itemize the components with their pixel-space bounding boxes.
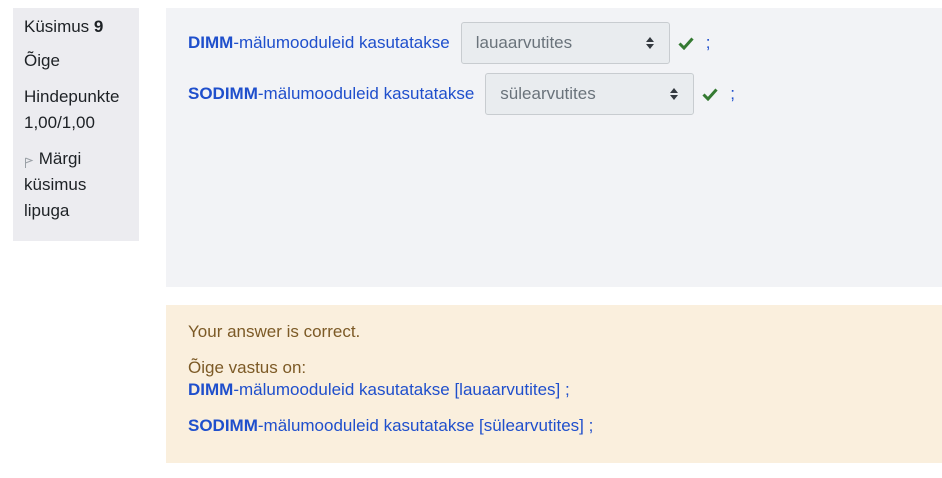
match-suffix: -mälumooduleid kasutatakse [257,84,475,103]
question-formulation: DIMM-mälumooduleid kasutatakse lauaarvut… [166,8,942,287]
flag-question-link[interactable]: Märgi küsimus lipuga [24,146,139,224]
question-number: Küsimus 9 [24,16,139,38]
right-answer-rest: -mälumooduleid kasutatakse [sülearvutite… [257,416,594,435]
match-prompt: DIMM-mälumooduleid kasutatakse [188,33,450,53]
match-suffix: -mälumooduleid kasutatakse [233,33,450,52]
select-caret-icon [669,88,679,100]
flag-label-line1[interactable]: Märgi [39,149,82,168]
question-grade: Hindepunkte 1,00/1,00 [24,84,139,136]
answer-select[interactable]: sülearvutites [485,73,695,115]
match-prompt: SODIMM-mälumooduleid kasutatakse [188,84,474,104]
question-number-value: 9 [93,17,104,36]
question-number-label: Küsimus [24,17,90,36]
answer-select-value: lauaarvutites [475,33,573,52]
flag-label-line3[interactable]: lipuga [24,198,139,224]
match-row: DIMM-mälumooduleid kasutatakse lauaarvut… [188,22,710,64]
feedback-result: Your answer is correct. [188,322,361,341]
right-answer-rest: -mälumooduleid kasutatakse [lauaarvutite… [233,380,570,399]
right-answer-line: SODIMM-mälumooduleid kasutatakse [sülear… [188,415,920,437]
select-caret-icon [645,37,655,49]
match-separator: ; [705,33,711,52]
check-icon [678,37,694,50]
check-icon [702,88,718,101]
grade-label: Hindepunkte [24,87,120,106]
match-row: SODIMM-mälumooduleid kasutatakse sülearv… [188,73,735,115]
match-term: DIMM [188,33,234,52]
right-answer-term: SODIMM [188,416,258,435]
flag-icon[interactable] [24,156,34,168]
question-info-panel: Küsimus 9 Õige Hindepunkte 1,00/1,00 Mär… [13,8,139,241]
question-state: Õige [24,51,60,70]
feedback-panel: Your answer is correct. Õige vastus on: … [166,305,942,463]
grade-value: 1,00/1,00 [24,113,95,132]
answer-select-value: sülearvutites [500,84,596,103]
right-answer-line: DIMM-mälumooduleid kasutatakse [lauaarvu… [188,379,920,401]
right-answer-label: Õige vastus on: [188,358,307,377]
flag-label-line2[interactable]: küsimus [24,172,139,198]
right-answer-term: DIMM [188,380,234,399]
match-separator: ; [730,84,736,103]
answer-select[interactable]: lauaarvutites [460,22,670,64]
match-term: SODIMM [188,84,258,103]
